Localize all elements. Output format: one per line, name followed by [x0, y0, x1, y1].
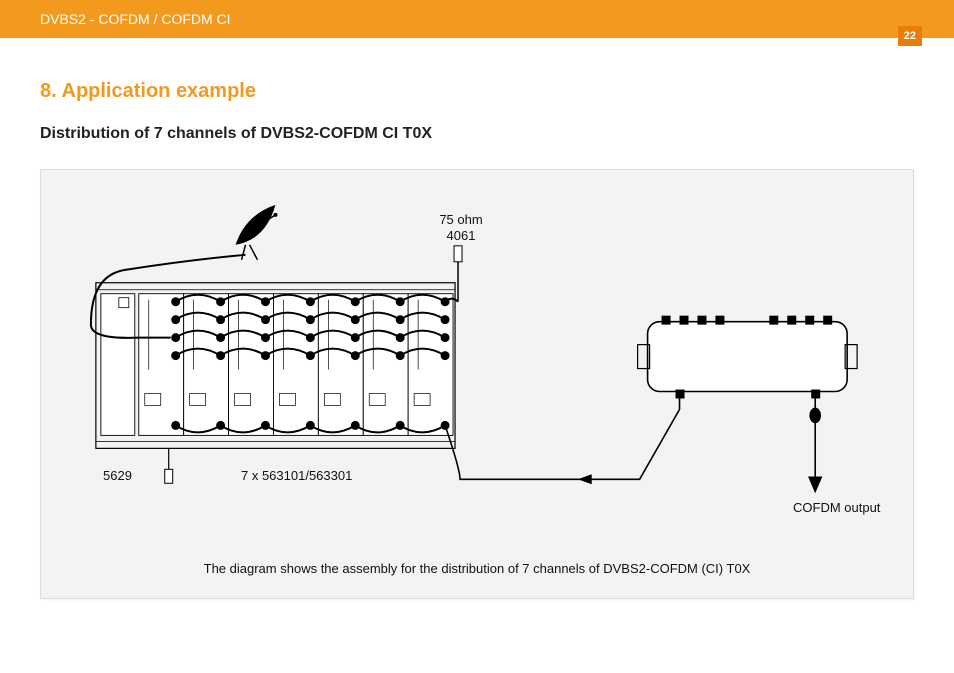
psu-module	[101, 294, 135, 436]
cofdm-output-arrow	[809, 398, 821, 491]
page-content: 8. Application example Distribution of 7…	[0, 38, 954, 599]
output-cable	[445, 391, 679, 484]
diagram-container: 75 ohm 4061 5629 7 x 563101/563301 4512 …	[40, 169, 914, 599]
diagram-caption: The diagram shows the assembly for the d…	[41, 561, 913, 576]
rack-ground-connector	[165, 448, 173, 483]
dish-icon	[236, 205, 278, 260]
amplifier-device	[638, 316, 857, 399]
section-subtitle: Distribution of 7 channels of DVBS2-COFD…	[40, 125, 914, 143]
diagram-svg	[41, 170, 913, 599]
page-header: DVBS2 - COFDM / COFDM CI	[0, 0, 954, 38]
section-heading: 8. Application example	[40, 80, 914, 103]
header-title: DVBS2 - COFDM / COFDM CI	[40, 11, 231, 27]
